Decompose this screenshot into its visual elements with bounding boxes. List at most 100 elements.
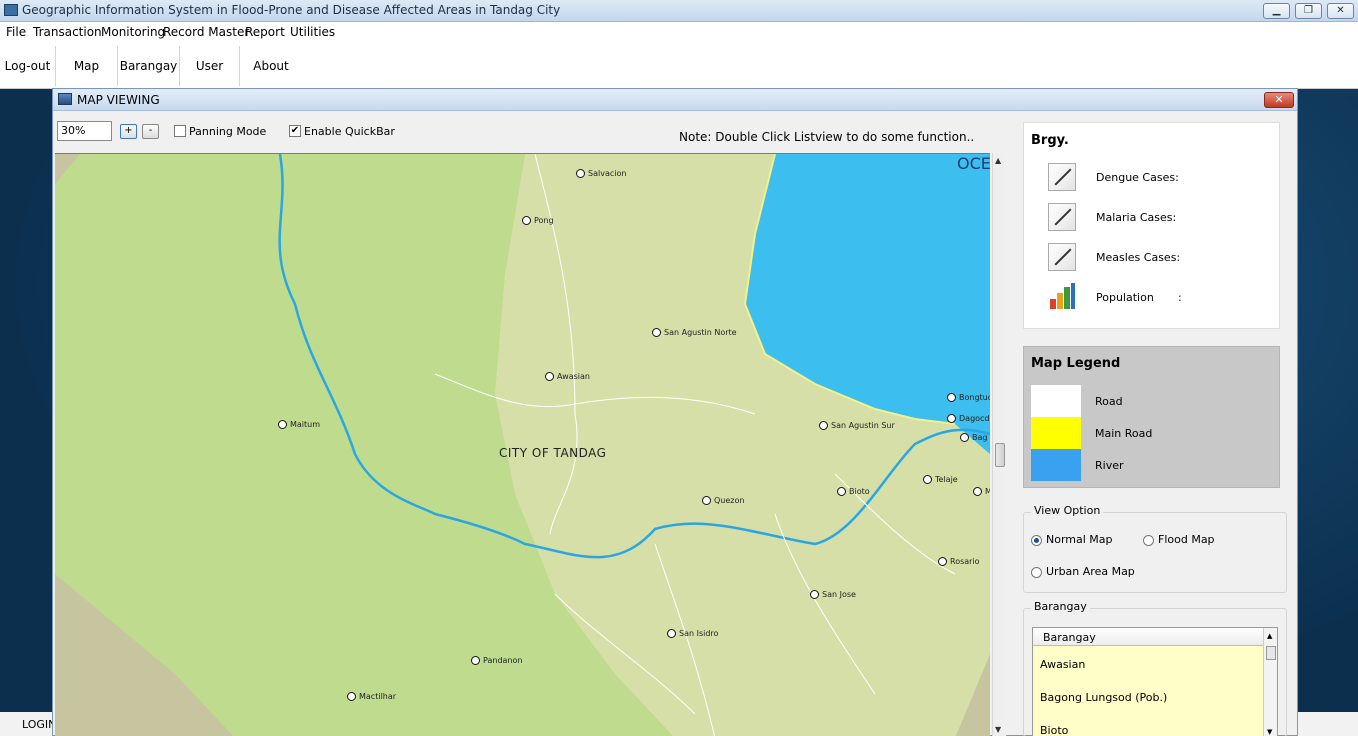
barangay-listview[interactable]: Barangay Awasian Bagong Lungsod (Pob.) B… bbox=[1032, 627, 1278, 736]
scroll-up-icon[interactable]: ▲ bbox=[1267, 632, 1272, 640]
place-marker[interactable]: Bongtud bbox=[947, 393, 990, 402]
scroll-thumb[interactable] bbox=[1266, 646, 1276, 660]
toolbar: Log-out Map Barangay User About bbox=[0, 42, 1358, 89]
brgy-heading: Brgy. bbox=[1031, 133, 1069, 148]
menu-monitoring[interactable]: Monitoring bbox=[101, 25, 165, 39]
place-marker[interactable]: San Jose bbox=[810, 590, 856, 599]
population-separator: : bbox=[1178, 291, 1182, 304]
ocean-label: OCE bbox=[957, 154, 990, 173]
close-icon[interactable]: ✕ bbox=[1327, 3, 1354, 19]
population-label: Population bbox=[1096, 291, 1154, 304]
place-marker[interactable]: Pong bbox=[522, 216, 554, 225]
map-button[interactable]: Map bbox=[56, 46, 118, 86]
app-icon bbox=[4, 4, 18, 16]
population-row: Population : bbox=[1048, 283, 1278, 315]
place-marker[interactable]: Mactilhar bbox=[347, 692, 396, 701]
place-marker[interactable]: Telaje bbox=[923, 475, 958, 484]
about-button[interactable]: About bbox=[240, 46, 302, 86]
zoom-out-button[interactable]: - bbox=[142, 124, 159, 139]
barangay-group-title: Barangay bbox=[1031, 600, 1090, 613]
map-window-title-bar: MAP VIEWING ✕ bbox=[53, 89, 1297, 111]
measles-row: Measles Cases: bbox=[1048, 243, 1278, 275]
road-swatch bbox=[1031, 385, 1081, 417]
dengue-row: Dengue Cases: bbox=[1048, 163, 1278, 195]
barangay-button[interactable]: Barangay bbox=[118, 46, 180, 86]
urban-area-map-radio[interactable] bbox=[1031, 567, 1042, 578]
pen-icon bbox=[1048, 243, 1076, 271]
main-road-label: Main Road bbox=[1095, 427, 1153, 440]
enable-quickbar-label: Enable QuickBar bbox=[304, 125, 395, 138]
listview-note: Note: Double Click Listview to do some f… bbox=[679, 130, 975, 144]
user-button[interactable]: User bbox=[180, 46, 240, 86]
river-label: River bbox=[1095, 459, 1124, 472]
dengue-label: Dengue Cases: bbox=[1096, 171, 1179, 184]
place-marker[interactable]: M bbox=[973, 487, 990, 496]
status-bar: LOGIN bbox=[0, 712, 60, 736]
malaria-label: Malaria Cases: bbox=[1096, 211, 1177, 224]
logout-button[interactable]: Log-out bbox=[0, 46, 56, 86]
app-title: Geographic Information System in Flood-P… bbox=[22, 3, 561, 17]
menu-file[interactable]: File bbox=[6, 25, 26, 39]
road-label: Road bbox=[1095, 395, 1123, 408]
place-marker[interactable]: Pandanon bbox=[471, 656, 522, 665]
place-marker[interactable]: Quezon bbox=[702, 496, 744, 505]
enable-quickbar-checkbox[interactable]: ✔ bbox=[289, 125, 301, 137]
map-viewing-window: MAP VIEWING ✕ 30% + - Panning Mode ✔ Ena… bbox=[52, 88, 1298, 736]
normal-map-label[interactable]: Normal Map bbox=[1046, 533, 1113, 546]
menu-utilities[interactable]: Utilities bbox=[290, 25, 335, 39]
flood-map-radio[interactable] bbox=[1143, 535, 1154, 546]
map-vertical-scrollbar[interactable]: ▲ ▼ bbox=[992, 153, 1006, 736]
city-label: CITY OF TANDAG bbox=[499, 446, 607, 460]
barangay-column-header[interactable]: Barangay bbox=[1033, 628, 1265, 646]
window-icon bbox=[58, 93, 72, 105]
map-window-title: MAP VIEWING bbox=[77, 93, 160, 107]
map-legend-panel: Map Legend Road Main Road River bbox=[1023, 346, 1280, 488]
normal-map-radio[interactable] bbox=[1031, 535, 1042, 546]
scroll-up-icon[interactable]: ▲ bbox=[995, 156, 1001, 165]
menu-record-master[interactable]: Record Master bbox=[163, 25, 249, 39]
place-marker[interactable]: Bioto bbox=[837, 487, 870, 496]
scroll-down-icon[interactable]: ▼ bbox=[995, 725, 1001, 734]
river-swatch bbox=[1031, 449, 1081, 481]
list-item[interactable]: Bioto bbox=[1040, 724, 1068, 736]
panning-mode-checkbox[interactable] bbox=[174, 125, 186, 137]
scroll-thumb[interactable] bbox=[995, 443, 1005, 467]
map-canvas bbox=[55, 154, 990, 736]
view-option-group bbox=[1023, 512, 1287, 593]
minimize-icon[interactable]: ▁ bbox=[1263, 3, 1290, 19]
urban-area-map-label[interactable]: Urban Area Map bbox=[1046, 565, 1135, 578]
place-marker[interactable]: San Agustin Sur bbox=[819, 421, 895, 430]
list-item[interactable]: Awasian bbox=[1040, 658, 1085, 671]
pen-icon bbox=[1048, 163, 1076, 191]
zoom-level-input[interactable]: 30% bbox=[57, 121, 112, 141]
measles-label: Measles Cases: bbox=[1096, 251, 1181, 264]
list-item[interactable]: Bagong Lungsod (Pob.) bbox=[1040, 691, 1167, 704]
app-title-bar: Geographic Information System in Flood-P… bbox=[0, 0, 1358, 22]
map-viewport[interactable]: OCE CITY OF TANDAG Salvacion Pong San Ag… bbox=[55, 153, 990, 736]
legend-title: Map Legend bbox=[1031, 356, 1121, 371]
barangay-info-panel: Brgy. Dengue Cases: Malaria Cases: Measl… bbox=[1023, 122, 1280, 329]
menu-transaction[interactable]: Transaction bbox=[33, 25, 102, 39]
place-marker[interactable]: San Agustin Norte bbox=[652, 328, 737, 337]
close-icon[interactable]: ✕ bbox=[1264, 92, 1294, 108]
place-marker[interactable]: Maitum bbox=[278, 420, 320, 429]
place-marker[interactable]: Bag bbox=[960, 433, 987, 442]
pen-icon bbox=[1048, 203, 1076, 231]
place-marker[interactable]: Dagocdoc bbox=[947, 414, 990, 423]
main-road-swatch bbox=[1031, 417, 1081, 449]
status-bar-right bbox=[1298, 712, 1358, 736]
panning-mode-label: Panning Mode bbox=[189, 125, 267, 138]
menu-report[interactable]: Report bbox=[245, 25, 285, 39]
place-marker[interactable]: Salvacion bbox=[576, 169, 626, 178]
restore-icon[interactable]: ❐ bbox=[1295, 3, 1322, 19]
flood-map-label[interactable]: Flood Map bbox=[1158, 533, 1215, 546]
place-marker[interactable]: San Isidro bbox=[667, 629, 718, 638]
place-marker[interactable]: Awasian bbox=[545, 372, 590, 381]
scroll-down-icon[interactable]: ▼ bbox=[1267, 728, 1272, 736]
malaria-row: Malaria Cases: bbox=[1048, 203, 1278, 235]
menu-bar: File Transaction Monitoring Record Maste… bbox=[0, 22, 1358, 42]
place-marker[interactable]: Rosario bbox=[938, 557, 980, 566]
bar-chart-icon bbox=[1048, 283, 1076, 311]
zoom-in-button[interactable]: + bbox=[120, 124, 137, 139]
listview-scrollbar[interactable]: ▲ ▼ bbox=[1263, 628, 1277, 736]
